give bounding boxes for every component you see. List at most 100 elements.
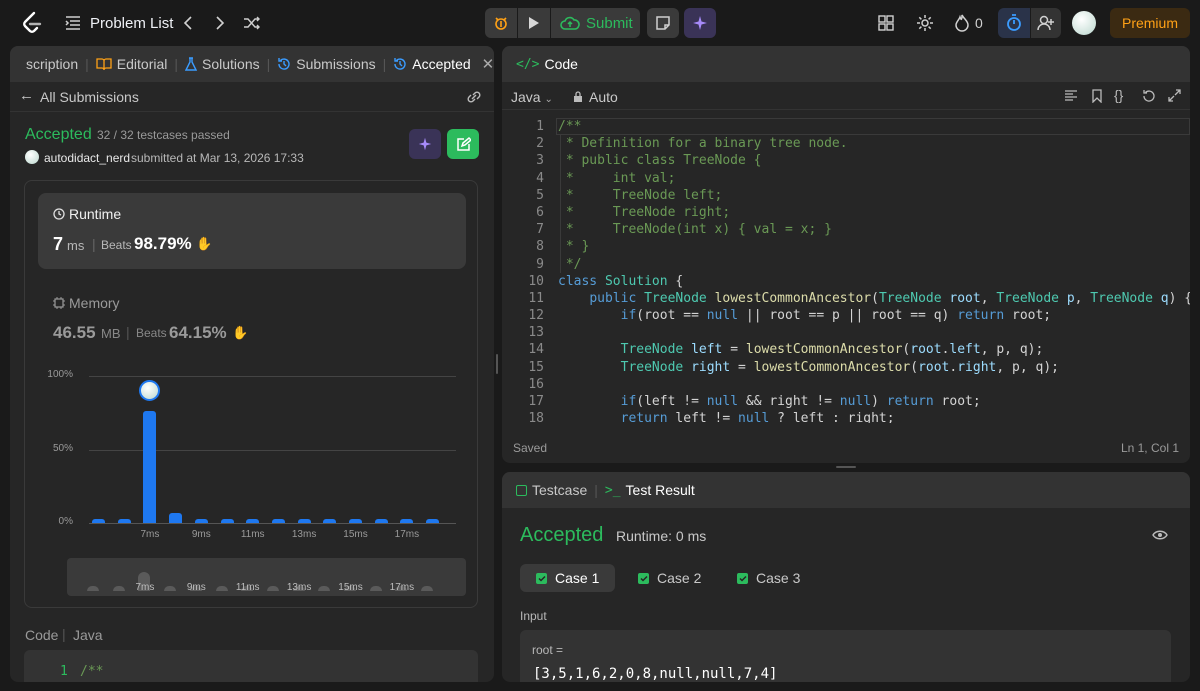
history-icon — [394, 58, 406, 70]
problem-list-link[interactable]: Problem List — [90, 15, 173, 32]
runtime-card[interactable]: Runtime 7 ms | Beats 98.79% ✋ — [38, 193, 466, 269]
code-tab-bar: </> Code — [502, 46, 1190, 82]
cloud-upload-icon — [560, 16, 580, 30]
share-link-icon[interactable] — [466, 90, 482, 104]
tab-testcase[interactable]: Testcase — [512, 482, 591, 498]
shuffle-icon[interactable] — [242, 14, 262, 32]
close-tab-icon[interactable]: ✕ — [482, 55, 494, 73]
tab-accepted[interactable]: Accepted ✕ — [389, 55, 494, 73]
saved-status: Saved — [513, 441, 548, 455]
chart-bar[interactable] — [323, 518, 337, 523]
submit-button[interactable]: Submit — [551, 8, 640, 38]
bookmark-icon[interactable] — [1091, 89, 1103, 103]
editor-toolbar: Java ⌄ Auto {} — [502, 82, 1190, 110]
mode-label[interactable]: Auto — [589, 89, 618, 105]
case-tab-3[interactable]: Case 3 — [721, 564, 816, 592]
analyze-button[interactable] — [409, 129, 441, 159]
code-line: * TreeNode right; — [558, 204, 731, 220]
your-submission-marker[interactable] — [139, 380, 161, 402]
reset-icon[interactable] — [1142, 89, 1156, 103]
code-line: public TreeNode lowestCommonAncestor(Tre… — [589, 290, 1190, 306]
terminal-icon: >_ — [604, 482, 621, 498]
case-tab-2[interactable]: Case 2 — [622, 564, 717, 592]
expand-icon[interactable] — [1168, 89, 1181, 102]
language-select[interactable]: Java ⌄ — [511, 89, 553, 105]
chart-range-slider[interactable]: 7ms 9ms 11ms 13ms 15ms 17ms — [67, 558, 466, 596]
edit-button[interactable] — [447, 129, 479, 159]
y-tick-label: 50% — [52, 442, 73, 454]
chart-bar[interactable] — [169, 512, 183, 523]
next-problem-icon[interactable] — [212, 14, 228, 32]
code-line: if(left != null && right != null) return… — [620, 394, 981, 409]
chart-bar[interactable] — [271, 518, 285, 523]
layout-icon[interactable] — [876, 14, 896, 32]
tab-solutions[interactable]: Solutions — [181, 56, 264, 72]
tab-submissions[interactable]: Submissions — [273, 56, 379, 72]
code-line: return left != null ? left : right; — [620, 411, 895, 423]
avatar[interactable] — [1072, 11, 1096, 35]
tab-description[interactable]: scription — [22, 56, 82, 72]
ai-assist-button[interactable] — [684, 8, 716, 38]
settings-gear-icon[interactable] — [915, 13, 935, 33]
memory-value: 46.55 — [53, 323, 96, 342]
timer-button[interactable] — [998, 8, 1030, 38]
tab-divider: | — [594, 482, 598, 498]
leetcode-logo-icon[interactable] — [20, 11, 44, 35]
code-section-label: Code — [25, 627, 59, 643]
line-number-gutter: 1 2 3 4 5 6 7 8 9 10 11 12 13 14 15 16 17 18 — [502, 118, 544, 423]
variable-value[interactable]: [3,5,1,6,2,0,8,null,null,7,4] — [533, 666, 777, 682]
divider: | — [92, 236, 96, 252]
chart-bar[interactable] — [92, 518, 105, 523]
case-tab-1[interactable]: Case 1 — [520, 564, 616, 592]
premium-button[interactable]: Premium — [1110, 8, 1190, 38]
chart-bar[interactable] — [426, 518, 440, 523]
horizontal-resize-handle[interactable] — [836, 466, 856, 468]
runtime-beats-label: Beats — [101, 238, 132, 252]
code-line: /** — [80, 664, 104, 679]
eye-icon[interactable] — [1152, 529, 1168, 541]
x-tick-label: 13ms — [291, 529, 317, 540]
back-arrow-icon[interactable]: ← — [19, 87, 34, 104]
chart-bar[interactable] — [374, 518, 388, 523]
prev-problem-icon[interactable] — [180, 14, 196, 32]
code-line: /** — [558, 119, 582, 134]
test-result-panel: Testcase | >_ Test Result Accepted Runti… — [502, 472, 1190, 682]
chart-bar[interactable] — [117, 518, 131, 523]
language-label: Java — [511, 89, 541, 105]
code-line: * } — [558, 239, 590, 255]
debug-button[interactable] — [485, 8, 517, 38]
runtime-unit: ms — [67, 238, 85, 253]
notes-button[interactable] — [647, 8, 679, 38]
submitter-name[interactable]: autodidact_nerd — [44, 151, 130, 165]
streak-flame-icon[interactable] — [953, 13, 971, 33]
line-number: 7 — [536, 222, 544, 238]
chart-bar[interactable] — [400, 518, 414, 523]
vertical-resize-handle[interactable] — [496, 354, 498, 374]
code-editor[interactable]: 1 2 3 4 5 6 7 8 9 10 11 12 13 14 15 16 17 18 /** * Defini… — [502, 118, 1190, 423]
problem-list-icon[interactable] — [64, 14, 82, 32]
line-number: 13 — [528, 325, 544, 341]
code-line: * Definition for a binary tree node. — [558, 136, 848, 152]
chart-bar[interactable] — [194, 518, 208, 523]
memory-card[interactable]: Memory 46.55 MB | Beats 64.15% ✋ — [38, 281, 466, 351]
test-status: Accepted — [520, 524, 604, 546]
chart-bar[interactable] — [220, 518, 234, 523]
braces-icon[interactable]: {} — [1114, 87, 1123, 103]
check-icon — [737, 572, 748, 584]
mini-x-tick-label: 13ms — [286, 582, 312, 593]
code-line-number: 1 — [60, 664, 68, 679]
tab-test-result[interactable]: >_ Test Result — [601, 482, 699, 498]
mini-x-tick-label: 11ms — [235, 582, 260, 593]
run-button[interactable] — [518, 8, 550, 38]
format-icon[interactable] — [1064, 90, 1078, 102]
chart-bar[interactable] — [349, 518, 362, 523]
mini-bar — [421, 586, 434, 591]
mini-x-tick-label: 15ms — [338, 582, 363, 593]
tab-editorial[interactable]: Editorial — [92, 56, 172, 72]
chart-bar[interactable] — [297, 518, 311, 523]
all-submissions-link[interactable]: All Submissions — [40, 89, 139, 105]
chart-bar[interactable] — [246, 518, 260, 523]
invite-button[interactable] — [1031, 8, 1061, 38]
chart-bar[interactable] — [143, 411, 157, 523]
tab-code[interactable]: </> Code — [512, 56, 582, 72]
